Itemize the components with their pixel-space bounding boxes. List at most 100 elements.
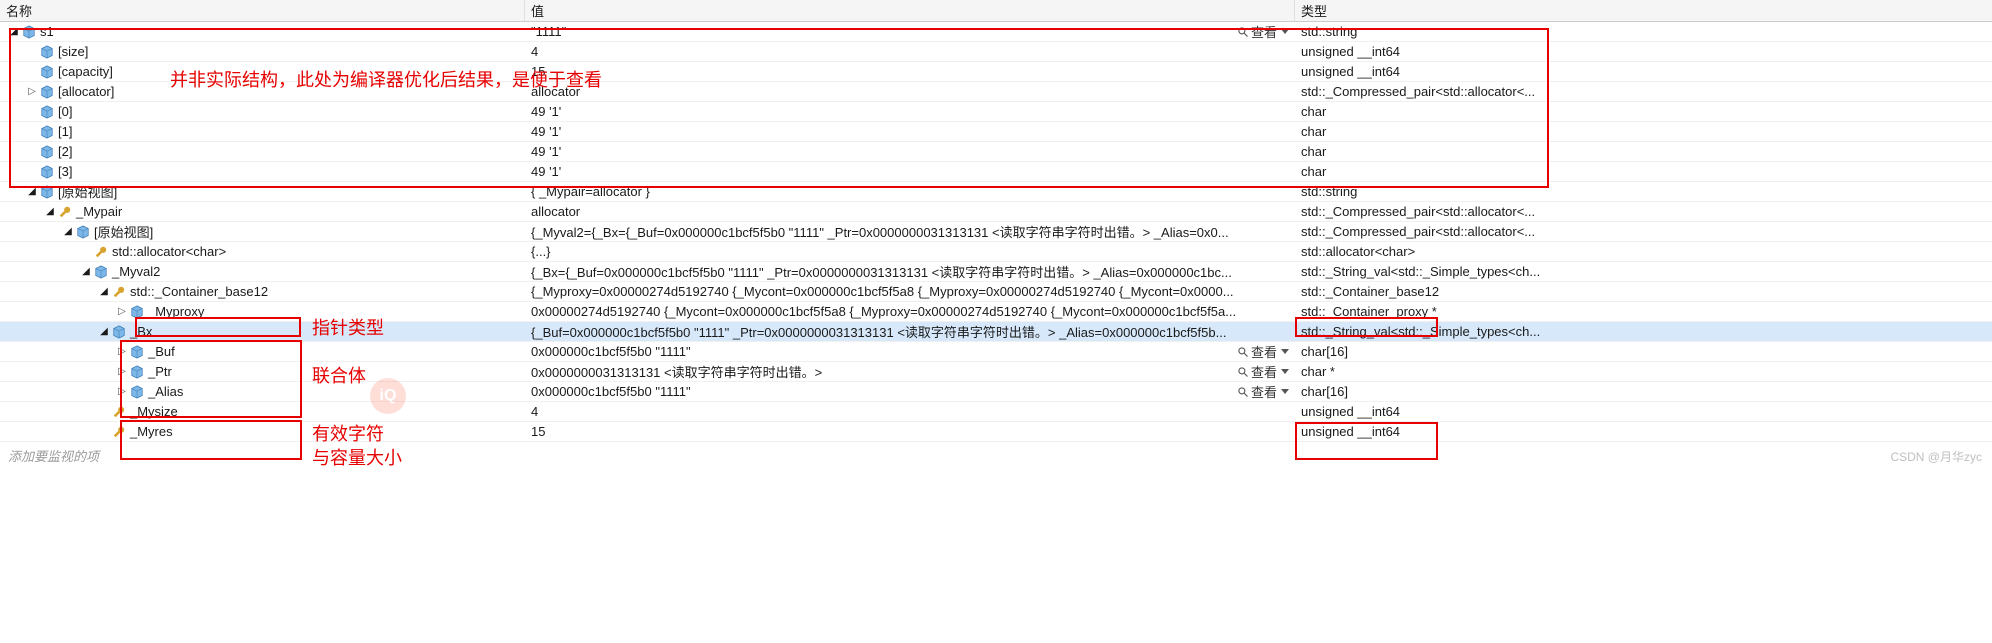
tree-row[interactable]: [1]49 '1'char [0,122,1992,142]
cell-type: char [1295,104,1992,119]
expand-icon[interactable]: ▷ [116,386,128,398]
cell-value[interactable]: 4 [525,44,1295,59]
cell-value[interactable]: 15 [525,424,1295,439]
collapse-icon[interactable]: ◢ [26,186,38,198]
cell-value[interactable]: "1111"查看 [525,22,1295,41]
cell-name: ▷_Alias [0,384,525,399]
chevron-down-icon [1281,349,1289,354]
tree-row[interactable]: [3]49 '1' char [0,162,1992,182]
expand-icon[interactable]: ▷ [116,346,128,358]
tree-row[interactable]: ▷ _Myproxy 0x00000274d5192740 {_Mycont=0x0… [0,302,1992,322]
tree-row[interactable]: ◢ s1 "1111"查看std::string [0,22,1992,42]
collapse-icon[interactable]: ◢ [98,286,110,298]
lookup-label: 查看 [1251,362,1277,381]
header-col-type[interactable]: 类型 [1295,0,1992,21]
row-value-label: {_Myproxy=0x00000274d5192740 {_Mycont=0x… [531,284,1234,299]
row-type-label: std::_Compressed_pair<std::allocator<... [1301,224,1535,239]
cell-value[interactable]: 0x000000c1bcf5f5b0 "1111"查看 [525,342,1295,361]
row-name-label: _Mysize [130,404,178,419]
cell-name: ◢[原始视图] [0,222,525,241]
expander-spacer [26,166,38,178]
row-value-label: 49 '1' [531,144,561,159]
tree-row[interactable]: ▷[allocator]allocatorstd::_Compressed_pa… [0,82,1992,102]
row-type-label: unsigned __int64 [1301,424,1400,439]
cell-name: [2] [0,144,525,159]
collapse-icon[interactable]: ◢ [8,26,20,38]
row-value-label: 49 '1' [531,104,561,119]
cell-type: std::string [1295,24,1992,39]
tree-row[interactable]: ◢[原始视图] {_Myval2={_Bx={_Buf=0x000000c1bcf… [0,222,1992,242]
row-value-label: {_Myval2={_Bx={_Buf=0x000000c1bcf5f5b0 "… [531,222,1229,241]
cell-value[interactable]: 49 '1' [525,124,1295,139]
header-col-name[interactable]: 名称 [0,0,525,21]
row-type-label: char [1301,104,1326,119]
cell-value[interactable]: 0x000000c1bcf5f5b0 "1111"查看 [525,382,1295,401]
row-name-label: _Myproxy [148,304,204,319]
value-visualizer-button[interactable]: 查看 [1237,342,1289,361]
tree-row[interactable]: ▷_Alias0x000000c1bcf5f5b0 "1111"查看char[1… [0,382,1992,402]
cell-value[interactable]: 49 '1' [525,104,1295,119]
tree-row[interactable]: ◢_Bx{_Buf=0x000000c1bcf5f5b0 "1111" _Ptr… [0,322,1992,342]
tree-row[interactable]: _Mysize4unsigned __int64 [0,402,1992,422]
cell-type: unsigned __int64 [1295,44,1992,59]
tree-row[interactable]: std::allocator<char>{...}std::allocator<… [0,242,1992,262]
tree-row[interactable]: ▷ _Buf 0x000000c1bcf5f5b0 "1111"查看char[16] [0,342,1992,362]
tree-row[interactable]: [size] 4 unsigned __int64 [0,42,1992,62]
tree-row[interactable]: ◢_Mypairallocatorstd::_Compressed_pair<s… [0,202,1992,222]
collapse-icon[interactable]: ◢ [44,206,56,218]
expand-icon[interactable]: ▷ [116,366,128,378]
collapse-icon[interactable]: ◢ [62,226,74,238]
cell-value[interactable]: { _Mypair=allocator } [525,184,1295,199]
tree-row[interactable]: _Myres15unsigned __int64 [0,422,1992,442]
row-type-label: std::_String_val<std::_Simple_types<ch..… [1301,264,1540,279]
row-name-label: [size] [58,44,88,59]
cell-type: unsigned __int64 [1295,424,1992,439]
expander-spacer [98,406,110,418]
wrench-icon [94,245,108,259]
row-value-label: 4 [531,44,538,59]
cell-value[interactable]: {_Myproxy=0x00000274d5192740 {_Mycont=0x… [525,284,1295,299]
cell-value[interactable]: {_Myval2={_Bx={_Buf=0x000000c1bcf5f5b0 "… [525,222,1295,241]
expand-icon[interactable]: ▷ [26,86,38,98]
cell-value[interactable]: 49 '1' [525,164,1295,179]
cell-value[interactable]: 15 [525,64,1295,79]
row-name-label: std::allocator<char> [112,244,226,259]
collapse-icon[interactable]: ◢ [98,326,110,338]
cell-value[interactable]: allocator [525,204,1295,219]
cell-value[interactable]: 4 [525,404,1295,419]
cell-value[interactable]: {_Bx={_Buf=0x000000c1bcf5f5b0 "1111" _Pt… [525,262,1295,281]
cell-value[interactable]: {...} [525,244,1295,259]
cell-value[interactable]: 49 '1' [525,144,1295,159]
cell-type: std::allocator<char> [1295,244,1992,259]
tree-row[interactable]: ◢std::_Container_base12{_Myproxy=0x00000… [0,282,1992,302]
header-col-value[interactable]: 值 [525,0,1295,21]
cube-icon [76,225,90,239]
cell-value[interactable]: allocator [525,84,1295,99]
watch-tree: ◢s1"1111"查看std::string[size]4unsigned __… [0,22,1992,442]
expand-icon[interactable]: ▷ [116,306,128,318]
tree-row[interactable]: ◢[原始视图]{ _Mypair=allocator }std::string [0,182,1992,202]
tree-row[interactable]: ◢_Myval2{_Bx={_Buf=0x000000c1bcf5f5b0 "1… [0,262,1992,282]
cell-type: char[16] [1295,344,1992,359]
cell-name: ◢[原始视图] [0,182,525,201]
value-visualizer-button[interactable]: 查看 [1237,362,1289,381]
tree-row[interactable]: [0]49 '1'char [0,102,1992,122]
row-value-label: 0x00000274d5192740 {_Mycont=0x000000c1bc… [531,304,1236,319]
cell-name: [3] [0,164,525,179]
tree-row[interactable]: ▷_Ptr0x0000000031313131 <读取字符串字符时出错。>查看c… [0,362,1992,382]
row-type-label: char [1301,164,1326,179]
cell-name: ◢_Myval2 [0,264,525,279]
collapse-icon[interactable]: ◢ [80,266,92,278]
add-watch-hint[interactable]: 添加要监视的项 [0,442,1992,469]
row-name-label: s1 [40,24,54,39]
cell-name: [capacity] [0,64,525,79]
cell-value[interactable]: 0x00000274d5192740 {_Mycont=0x000000c1bc… [525,304,1295,319]
cell-value[interactable]: 0x0000000031313131 <读取字符串字符时出错。>查看 [525,362,1295,381]
cell-value[interactable]: {_Buf=0x000000c1bcf5f5b0 "1111" _Ptr=0x0… [525,322,1295,341]
value-visualizer-button[interactable]: 查看 [1237,22,1289,41]
cube-icon [40,85,54,99]
value-visualizer-button[interactable]: 查看 [1237,382,1289,401]
tree-row[interactable]: [2]49 '1'char [0,142,1992,162]
tree-row[interactable]: [capacity]15unsigned __int64 [0,62,1992,82]
row-name-label: _Buf [148,344,175,359]
